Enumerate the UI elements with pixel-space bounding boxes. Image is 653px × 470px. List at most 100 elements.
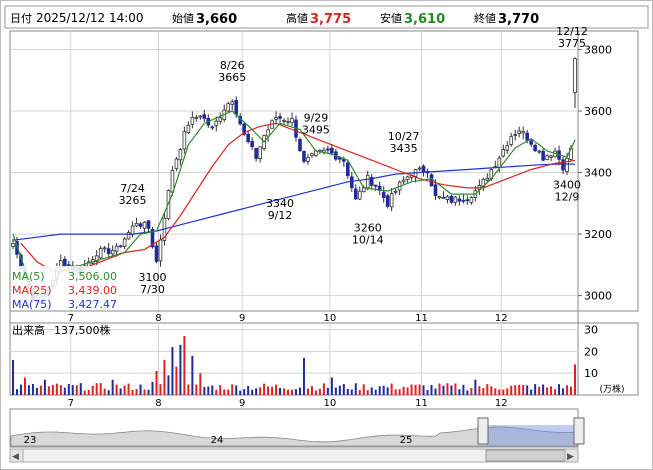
volume-bar	[147, 389, 150, 395]
volume-bar	[394, 389, 397, 395]
volume-tick-label: 10	[584, 367, 598, 380]
volume-bar	[306, 388, 309, 395]
candle-body	[234, 99, 239, 115]
volume-bar	[175, 366, 178, 395]
volume-bar	[111, 379, 114, 395]
volume-bar	[199, 373, 202, 395]
annotation-price: 3495	[302, 123, 330, 136]
annotation-price: 3435	[390, 142, 418, 155]
volume-bar	[159, 384, 162, 395]
datetime-value: 2025/12/12 14:00	[36, 11, 144, 25]
candle-body	[405, 176, 410, 180]
volume-bar	[554, 389, 557, 395]
candle-body	[178, 149, 183, 161]
month-tick-label: 11	[415, 398, 428, 409]
candlestick	[262, 134, 266, 151]
candle-body	[290, 118, 294, 123]
volume-bar	[486, 384, 489, 395]
candle-body	[298, 139, 302, 152]
volume-bar	[183, 336, 186, 395]
volume-bar	[430, 385, 433, 395]
volume-bar	[71, 385, 74, 395]
volume-bar	[51, 384, 54, 395]
chart-canvas: 日付 2025/12/12 14:00 始値 3,660 高値 3,775 安値 3,610 終…	[0, 0, 653, 470]
volume-bar	[39, 385, 42, 395]
volume-bar	[374, 389, 377, 395]
volume-bar	[350, 389, 353, 395]
ma-legend-label: MA(5)	[12, 270, 45, 283]
candle-body	[250, 140, 254, 148]
volume-bar	[99, 383, 102, 395]
annotation-price: 3665	[218, 71, 246, 84]
candle-body	[421, 165, 426, 173]
candle-body	[365, 174, 370, 189]
candle-body	[513, 134, 518, 136]
volume-bar	[235, 385, 238, 395]
price-annotation: 340012/9	[553, 179, 581, 204]
volume-bar	[215, 389, 218, 395]
horizontal-scrollbar[interactable]: ◀ ▶	[9, 448, 579, 463]
volume-bar	[43, 379, 46, 395]
price-annotation: 326010/14	[352, 222, 384, 247]
candle-body	[346, 162, 350, 177]
overview-navigator[interactable]: 23 24 25	[9, 408, 585, 448]
overview-year-label: 23	[24, 435, 37, 446]
candle-body	[449, 195, 454, 203]
volume-bar	[191, 355, 194, 395]
volume-bar	[207, 386, 210, 395]
overview-handle-right[interactable]	[573, 417, 585, 445]
candlestick	[385, 193, 390, 209]
candle-body	[469, 197, 474, 203]
overview-selection[interactable]	[486, 425, 575, 446]
candle-body	[282, 120, 286, 122]
overview-year-label: 25	[400, 435, 413, 446]
volume-bar	[83, 390, 86, 395]
candle-body	[214, 120, 219, 127]
volume-legend-label: 出来高	[12, 323, 45, 337]
candle-body	[306, 157, 310, 162]
close-label: 終値	[474, 11, 496, 25]
volume-bar	[255, 388, 258, 395]
price-tick-label: 3000	[584, 290, 612, 303]
volume-bar	[514, 385, 517, 395]
volume-bar	[570, 386, 573, 395]
volume-bar	[203, 387, 206, 395]
volume-bar	[151, 381, 154, 395]
price-panel: 3000 3200 3400 3600 3800 31007/30 7/243265 8/26…	[9, 25, 639, 312]
volume-panel: 10 20 30 出来高 137,500株 (万株)	[9, 322, 639, 396]
candle-body	[353, 188, 358, 200]
scrollbar-thumb[interactable]	[485, 449, 575, 462]
ma-legend: MA(5) 3,506.00 MA(25) 3,439.00 MA(75) 3,427.4…	[11, 266, 119, 311]
volume-bar	[370, 387, 373, 395]
volume-bar	[378, 386, 381, 395]
candle-body	[154, 245, 159, 262]
volume-bar	[414, 384, 417, 395]
overview-handle-left[interactable]	[477, 417, 489, 445]
volume-bar	[438, 383, 441, 395]
date-label: 日付	[10, 12, 32, 25]
volume-bar	[410, 384, 413, 395]
candle-body	[401, 179, 406, 183]
candle-body	[393, 190, 398, 193]
price-tick-label: 3200	[584, 228, 612, 241]
price-tick-label: 3400	[584, 167, 612, 180]
month-tick-label: 12	[495, 398, 508, 409]
volume-bar	[275, 384, 278, 395]
candle-body	[134, 222, 139, 227]
annotation-date: 9/12	[268, 209, 293, 222]
volume-bar	[287, 389, 290, 395]
candle-body	[385, 195, 390, 207]
candle-body	[373, 184, 378, 187]
candle-body	[465, 199, 470, 202]
candle-body	[310, 153, 314, 157]
volume-legend-value: 137,500株	[54, 323, 111, 337]
volume-bar	[291, 389, 294, 395]
volume-bar	[478, 386, 481, 395]
candle-body	[110, 250, 115, 255]
volume-bar	[259, 387, 262, 395]
candle-body	[266, 129, 270, 137]
volume-bar	[119, 388, 122, 395]
candle-body	[505, 145, 510, 151]
volume-bar	[243, 389, 246, 395]
volume-bar	[302, 357, 305, 395]
